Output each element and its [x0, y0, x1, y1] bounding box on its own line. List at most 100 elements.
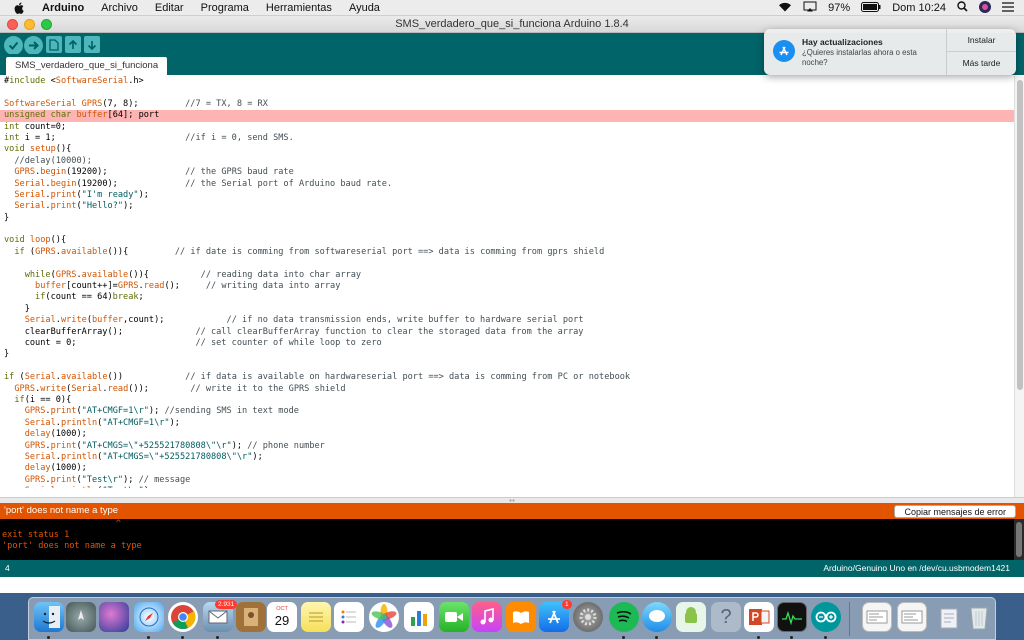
notes-icon[interactable] — [301, 602, 331, 632]
reminders-icon[interactable] — [334, 602, 364, 632]
mail-badge: 2.931 — [215, 600, 238, 609]
safari-icon[interactable] — [134, 602, 164, 632]
document-thumbnail-icon[interactable] — [862, 602, 892, 632]
code-line[interactable]: clearBufferArray(); // call clearBufferA… — [0, 327, 1014, 338]
menu-editar[interactable]: Editar — [155, 2, 184, 14]
chrome-icon[interactable] — [168, 602, 198, 632]
airplay-icon[interactable] — [803, 1, 817, 15]
verify-button[interactable] — [4, 36, 23, 55]
copy-error-messages-button[interactable]: Copiar mensajes de error — [894, 505, 1016, 518]
system-preferences-icon[interactable] — [573, 602, 603, 632]
code-line[interactable]: Serial.begin(19200); // the Serial port … — [0, 179, 1014, 190]
code-line[interactable]: Serial.print("I'm ready"); — [0, 190, 1014, 201]
code-line[interactable]: SoftwareSerial GPRS(7, 8); //7 = TX, 8 =… — [0, 99, 1014, 110]
running-indicator — [181, 636, 184, 639]
messages-icon[interactable] — [642, 602, 672, 632]
code-line[interactable]: if (Serial.available()) // if data is av… — [0, 372, 1014, 383]
battery-icon[interactable] — [861, 1, 881, 15]
code-line[interactable]: Serial.println("AT+CMGF=1\r"); — [0, 418, 1014, 429]
scrollbar-thumb[interactable] — [1016, 522, 1022, 557]
editor-vertical-scrollbar[interactable] — [1014, 76, 1024, 504]
powerpoint-icon[interactable] — [744, 602, 774, 632]
ibooks-icon[interactable] — [506, 602, 536, 632]
error-highlighted-line[interactable]: unsigned char buffer[64]; port — [0, 110, 1014, 122]
dock: 2.931 OCT 29 1 ? — [28, 597, 996, 640]
code-line[interactable]: delay(1000); — [0, 429, 1014, 440]
apple-icon[interactable] — [14, 2, 28, 14]
running-indicator — [655, 636, 658, 639]
code-line[interactable]: GPRS.print("AT+CMGF=1\r"); //sending SMS… — [0, 406, 1014, 417]
close-window-button[interactable] — [7, 19, 18, 30]
code-line[interactable]: int i = 1; //if i = 0, send SMS. — [0, 133, 1014, 144]
code-line[interactable]: GPRS.begin(19200); // the GPRS baud rate — [0, 167, 1014, 178]
code-line[interactable] — [0, 224, 1014, 235]
code-line[interactable] — [0, 87, 1014, 98]
clock[interactable]: Dom 10:24 — [892, 2, 946, 14]
code-line[interactable]: #include <SoftwareSerial.h> — [0, 76, 1014, 87]
code-line[interactable]: //delay(10000); — [0, 156, 1014, 167]
photos-icon[interactable] — [369, 602, 399, 632]
trash-icon[interactable] — [964, 602, 994, 632]
wifi-icon[interactable] — [778, 1, 792, 15]
finder-icon[interactable] — [34, 602, 64, 632]
menu-herramientas[interactable]: Herramientas — [266, 2, 332, 14]
code-line[interactable]: if(i == 0){ — [0, 395, 1014, 406]
itunes-icon[interactable] — [472, 602, 502, 632]
notification-body: ¿Quieres instalarlas ahora o esta noche? — [802, 48, 917, 67]
numbers-icon[interactable] — [404, 602, 434, 632]
status-menus: 97% Dom 10:24 — [778, 0, 1014, 16]
code-line[interactable]: GPRS.print("Test\r"); // message — [0, 475, 1014, 486]
menu-arduino[interactable]: Arduino — [42, 2, 84, 14]
help-icon[interactable]: ? — [711, 602, 741, 632]
code-line[interactable] — [0, 258, 1014, 269]
siri-dock-icon[interactable] — [99, 602, 129, 632]
code-line[interactable]: count = 0; // set counter of while loop … — [0, 338, 1014, 349]
code-line[interactable]: delay(1000); — [0, 463, 1014, 474]
code-line[interactable]: buffer[count++]=GPRS.read(); // writing … — [0, 281, 1014, 292]
contacts-icon[interactable] — [236, 602, 266, 632]
document-thumbnail-icon[interactable] — [897, 602, 927, 632]
code-line[interactable]: if(count == 64)break; — [0, 292, 1014, 303]
arduino-icon[interactable] — [811, 602, 841, 632]
code-line[interactable]: Serial.print("Hello?"); — [0, 201, 1014, 212]
minimize-window-button[interactable] — [24, 19, 35, 30]
update-notification[interactable]: Hay actualizaciones ¿Quieres instalarlas… — [764, 29, 1016, 75]
menu-programa[interactable]: Programa — [201, 2, 249, 14]
code-line[interactable]: } — [0, 349, 1014, 360]
siri-icon[interactable] — [979, 0, 991, 16]
code-line[interactable]: } — [0, 304, 1014, 315]
code-line[interactable] — [0, 361, 1014, 372]
code-line[interactable]: void setup(){ — [0, 144, 1014, 155]
menu-ayuda[interactable]: Ayuda — [349, 2, 380, 14]
spotlight-search-icon[interactable] — [957, 1, 968, 15]
facetime-icon[interactable] — [439, 602, 469, 632]
upload-button[interactable] — [24, 36, 43, 55]
code-line[interactable]: if (GPRS.available()){ // if date is com… — [0, 247, 1014, 258]
launchpad-icon[interactable] — [66, 602, 96, 632]
code-line[interactable]: GPRS.write(Serial.read()); // write it t… — [0, 384, 1014, 395]
tab-sketch[interactable]: SMS_verdadero_que_si_funciona — [6, 57, 168, 75]
new-sketch-button[interactable] — [46, 36, 62, 53]
android-file-transfer-icon[interactable] — [676, 602, 706, 632]
code-line[interactable]: Serial.println("AT+CMGS=\"+525521780808\… — [0, 452, 1014, 463]
editor-horizontal-scrollbar[interactable] — [0, 488, 1014, 497]
open-sketch-button[interactable] — [65, 36, 81, 53]
notification-center-icon[interactable] — [1002, 1, 1014, 15]
code-editor[interactable]: #include <SoftwareSerial.h> SoftwareSeri… — [0, 76, 1014, 504]
save-sketch-button[interactable] — [84, 36, 100, 53]
menu-archivo[interactable]: Archivo — [101, 2, 138, 14]
code-line[interactable]: while(GPRS.available()){ // reading data… — [0, 270, 1014, 281]
zoom-window-button[interactable] — [41, 19, 52, 30]
code-line[interactable]: } — [0, 213, 1014, 224]
code-line[interactable]: Serial.write(buffer,count); // if no dat… — [0, 315, 1014, 326]
later-button[interactable]: Más tarde — [946, 52, 1016, 75]
downloads-stack-icon[interactable] — [934, 602, 964, 632]
calendar-icon[interactable]: OCT 29 — [267, 602, 297, 632]
install-button[interactable]: Instalar — [946, 29, 1016, 52]
activity-monitor-icon[interactable] — [777, 602, 807, 632]
code-line[interactable]: int count=0; — [0, 122, 1014, 133]
code-line[interactable]: void loop(){ — [0, 235, 1014, 246]
code-line[interactable]: GPRS.print("AT+CMGS=\"+525521780808\"\r"… — [0, 441, 1014, 452]
scrollbar-thumb[interactable] — [1017, 80, 1023, 390]
spotify-icon[interactable] — [609, 602, 639, 632]
